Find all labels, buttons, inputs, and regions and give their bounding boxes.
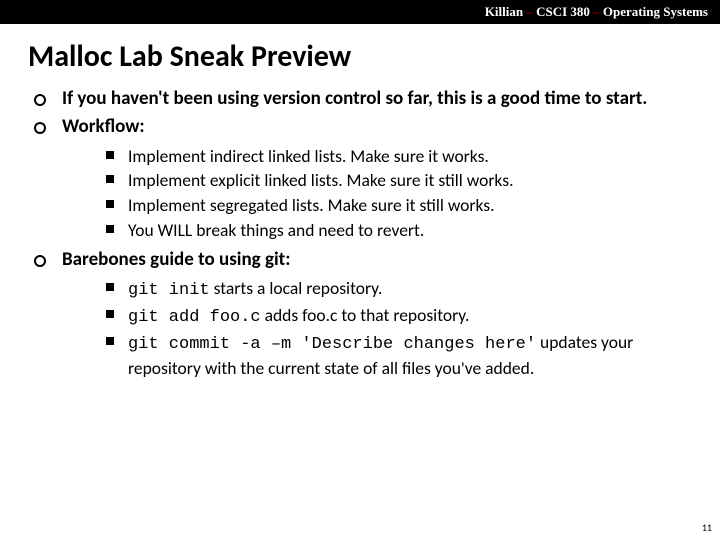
workflow-step: Implement segregated lists. Make sure it… [106,194,692,217]
slide-body: If you haven't been using version contro… [0,87,720,379]
git-step: git init starts a local repository. [106,277,692,302]
header-course: CSCI 380 [536,4,590,19]
git-step: git commit -a –m 'Describe changes here'… [106,331,692,379]
header-topic: Operating Systems [603,4,708,19]
git-step: git add foo.c adds foo.c to that reposit… [106,304,692,329]
slide-title: Malloc Lab Sneak Preview [0,24,720,87]
workflow-step: Implement explicit linked lists. Make su… [106,169,692,192]
git-command: git init [128,281,210,300]
git-desc: starts a local repository. [210,277,383,299]
bullet-workflow-label: Workflow: [62,115,145,138]
workflow-step: You WILL break things and need to revert… [106,219,692,242]
bullet-git-label: Barebones guide to using git: [62,248,290,271]
git-command: git add foo.c [128,308,261,327]
git-command: git commit -a –m 'Describe changes here' [128,335,536,354]
header-divider: – [526,4,536,19]
workflow-step: Implement indirect linked lists. Make su… [106,145,692,168]
bullet-git: Barebones guide to using git: git init s… [34,248,692,380]
git-desc: adds foo.c to that repository. [261,304,470,326]
bullet-vcs: If you haven't been using version contro… [34,87,692,111]
bullet-workflow: Workflow: Implement indirect linked list… [34,115,692,242]
header-divider: – [593,4,603,19]
header-author: Killian [485,4,523,19]
header-bar: Killian – CSCI 380 – Operating Systems [0,0,720,24]
page-number: 11 [702,521,712,534]
